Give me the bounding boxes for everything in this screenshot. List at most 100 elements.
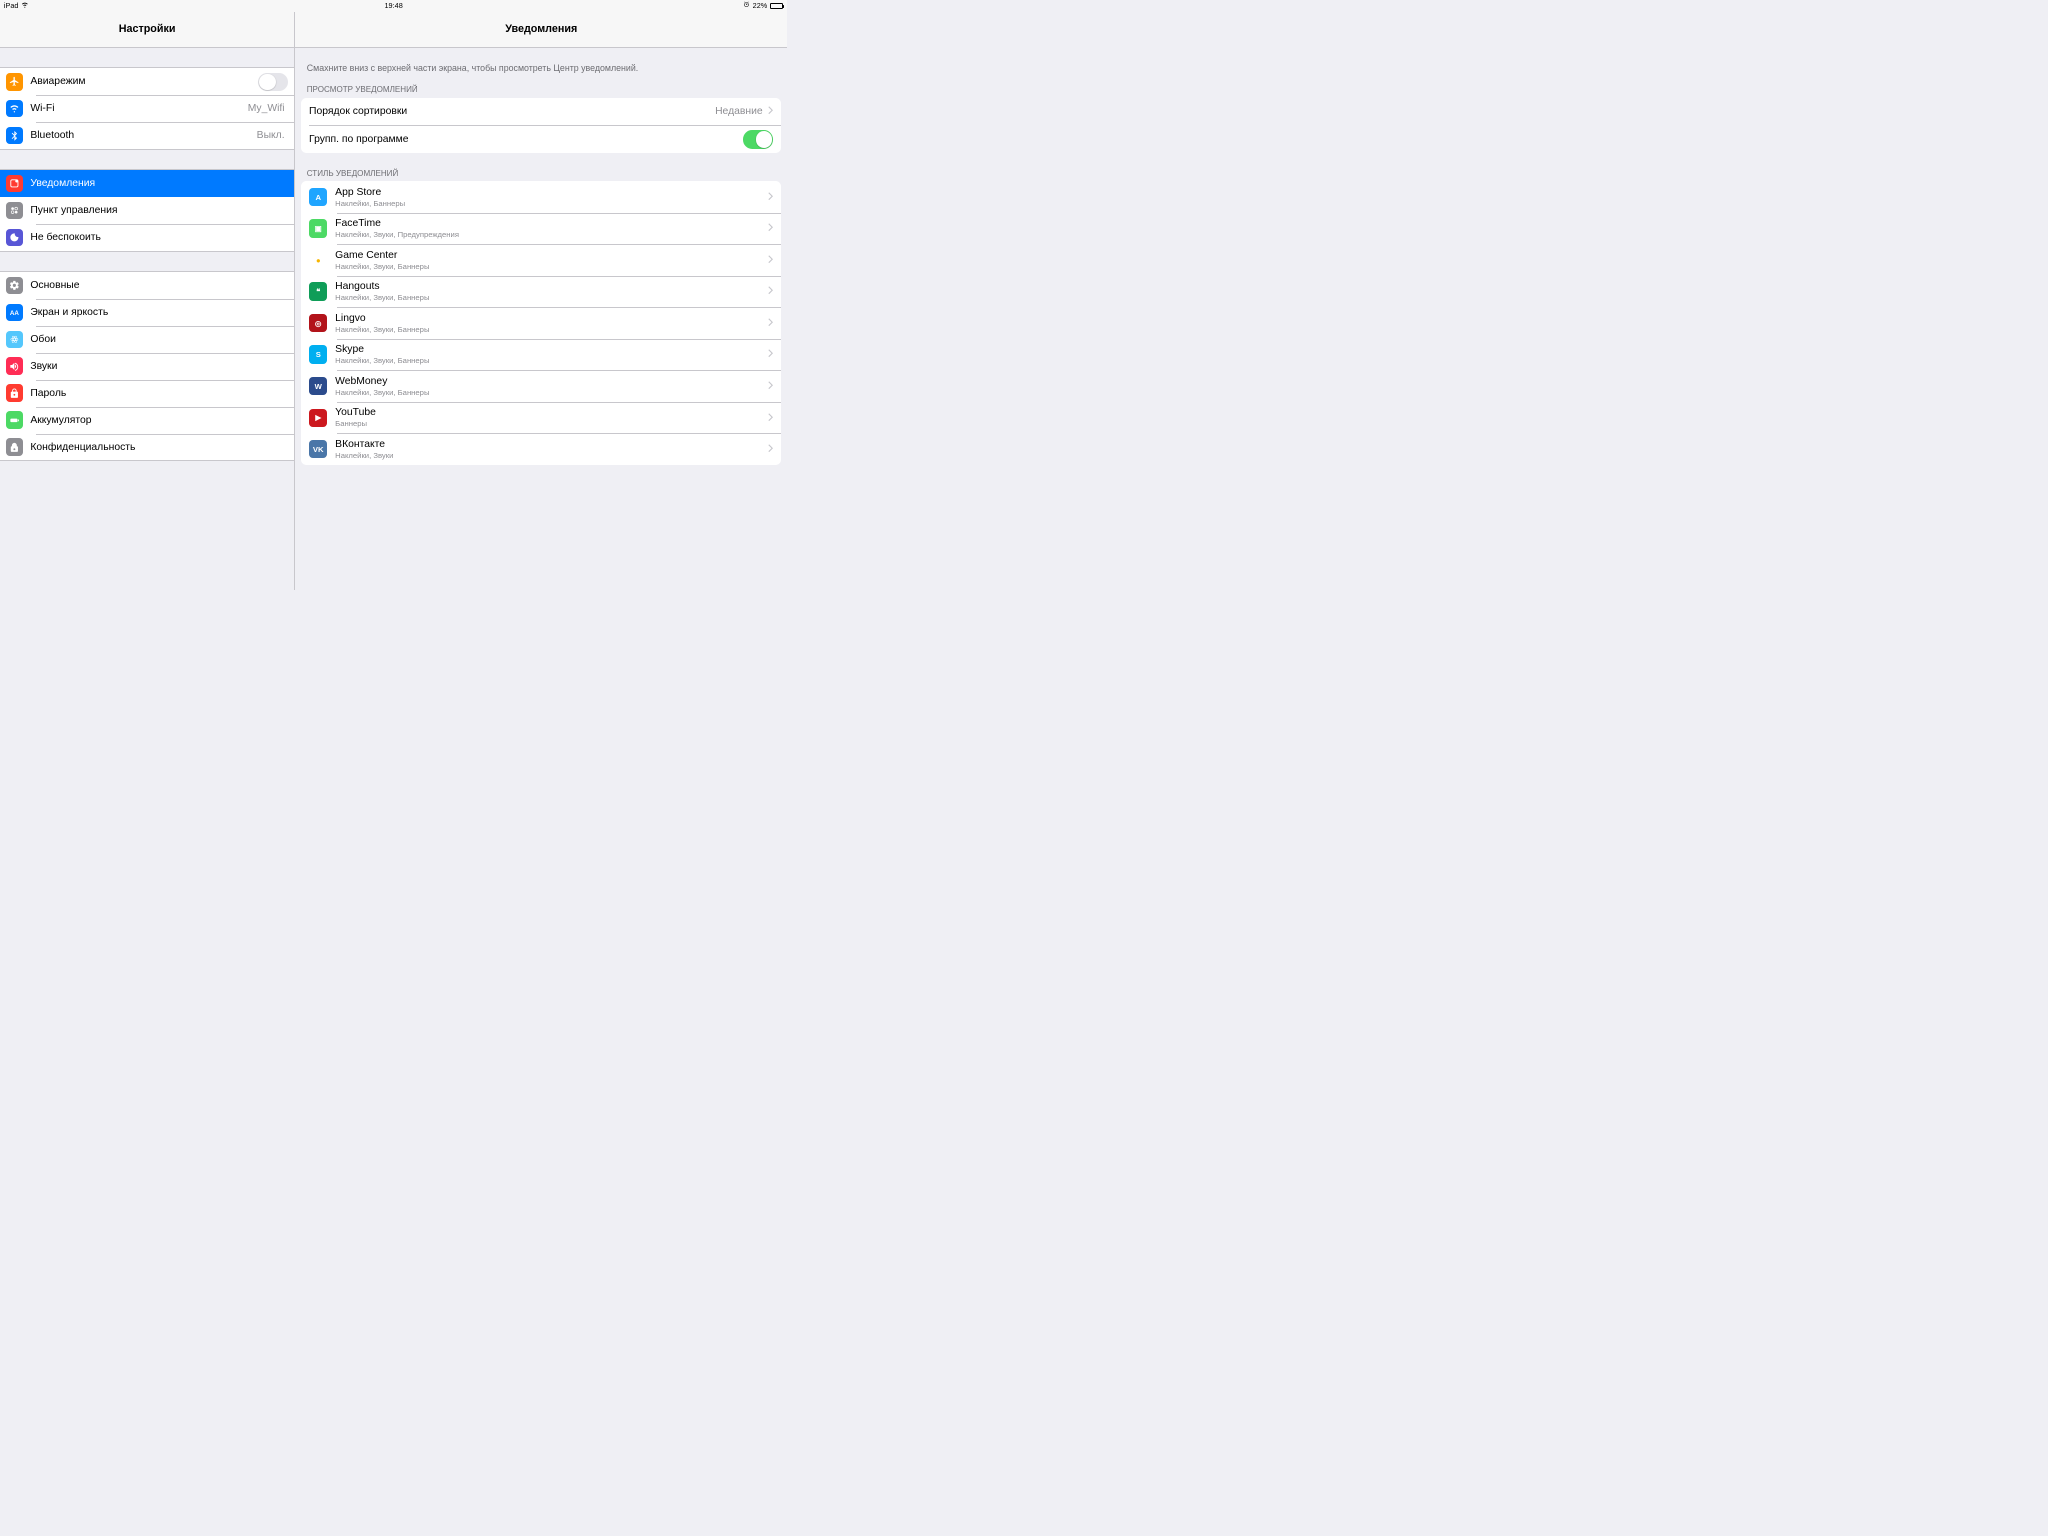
sidebar-item-passcode[interactable]: Пароль — [0, 380, 294, 407]
svg-text:AA: AA — [10, 310, 20, 317]
wifi-icon — [6, 100, 24, 118]
app-row[interactable]: ◎ LingvoНаклейки, Звуки, Баннеры — [301, 307, 781, 339]
group-by-app-label: Групп. по программе — [309, 134, 743, 145]
sidebar-item-label: Экран и яркость — [30, 307, 288, 318]
app-icon: ▶ — [309, 409, 327, 427]
bluetooth-icon — [6, 127, 24, 145]
app-row[interactable]: ❝ HangoutsНаклейки, Звуки, Баннеры — [301, 276, 781, 308]
sidebar-item-detail: My_Wifi — [248, 103, 285, 114]
app-icon: ● — [309, 251, 327, 269]
sidebar-item-battery[interactable]: Аккумулятор — [0, 407, 294, 434]
sidebar-item-label: Конфиденциальность — [30, 442, 288, 453]
dnd-icon — [6, 229, 24, 247]
app-name: ВКонтакте — [335, 439, 768, 450]
sidebar-title: Настройки — [0, 12, 294, 49]
chevron-right-icon — [768, 444, 773, 454]
battery-pct: 22% — [753, 1, 768, 10]
wallpaper-icon — [6, 331, 24, 349]
chevron-right-icon — [768, 223, 773, 233]
sidebar-item-dnd[interactable]: Не беспокоить — [0, 224, 294, 251]
row-group-by-app[interactable]: Групп. по программе — [301, 125, 781, 153]
sidebar-item-airplane[interactable]: Авиарежим — [0, 68, 294, 95]
chevron-right-icon — [768, 349, 773, 359]
section-header-view: ПРОСМОТР УВЕДОМЛЕНИЙ — [295, 81, 787, 98]
app-row[interactable]: ●Game CenterНаклейки, Звуки, Баннеры — [301, 244, 781, 276]
app-subtitle: Наклейки, Звуки, Баннеры — [335, 325, 768, 334]
app-icon: A — [309, 188, 327, 206]
app-subtitle: Наклейки, Баннеры — [335, 199, 768, 208]
display-icon: AA — [6, 304, 24, 322]
sidebar-item-bluetooth[interactable]: BluetoothВыкл. — [0, 122, 294, 149]
sidebar-item-label: Не беспокоить — [30, 232, 288, 243]
sidebar-item-control-center[interactable]: Пункт управления — [0, 197, 294, 224]
sidebar-item-label: Bluetooth — [30, 130, 256, 141]
app-row[interactable]: A App StoreНаклейки, Баннеры — [301, 181, 781, 213]
app-subtitle: Наклейки, Звуки — [335, 451, 768, 460]
chevron-right-icon — [768, 106, 773, 116]
sidebar: Настройки АвиарежимWi-FiMy_WifiBluetooth… — [0, 12, 295, 591]
app-name: YouTube — [335, 407, 768, 418]
airplane-toggle[interactable] — [258, 73, 289, 91]
sidebar-item-wifi[interactable]: Wi-FiMy_Wifi — [0, 95, 294, 122]
app-subtitle: Баннеры — [335, 419, 768, 428]
app-name: Game Center — [335, 250, 768, 261]
chevron-right-icon — [768, 286, 773, 296]
sounds-icon — [6, 357, 24, 375]
row-sort-order[interactable]: Порядок сортировки Недавние — [301, 98, 781, 126]
section-header-style: СТИЛЬ УВЕДОМЛЕНИЙ — [295, 165, 787, 182]
app-icon: ▣ — [309, 219, 327, 237]
sidebar-item-label: Wi-Fi — [30, 103, 247, 114]
app-icon: ◎ — [309, 314, 327, 332]
airplane-icon — [6, 73, 24, 91]
chevron-right-icon — [768, 413, 773, 423]
sort-order-label: Порядок сортировки — [309, 106, 715, 117]
app-icon: S — [309, 345, 327, 363]
app-row[interactable]: ▣ FaceTimeНаклейки, Звуки, Предупреждения — [301, 213, 781, 245]
app-name: App Store — [335, 187, 768, 198]
sidebar-item-sounds[interactable]: Звуки — [0, 353, 294, 380]
group-by-app-toggle[interactable] — [743, 130, 774, 148]
app-row[interactable]: S SkypeНаклейки, Звуки, Баннеры — [301, 339, 781, 371]
sidebar-item-label: Аккумулятор — [30, 415, 288, 426]
detail-description: Смахните вниз с верхней части экрана, чт… — [295, 48, 787, 81]
sidebar-item-label: Основные — [30, 280, 288, 291]
chevron-right-icon — [768, 192, 773, 202]
status-bar: iPad 19:48 22% — [0, 0, 787, 12]
sidebar-item-general[interactable]: Основные — [0, 272, 294, 299]
app-name: Skype — [335, 344, 768, 355]
sidebar-item-label: Звуки — [30, 361, 288, 372]
app-row[interactable]: ▶ YouTubeБаннеры — [301, 402, 781, 434]
battery-icon — [6, 411, 24, 429]
sidebar-item-detail: Выкл. — [257, 130, 285, 141]
sidebar-item-label: Обои — [30, 334, 288, 345]
app-name: FaceTime — [335, 218, 768, 229]
sidebar-item-wallpaper[interactable]: Обои — [0, 326, 294, 353]
control-center-icon — [6, 202, 24, 220]
app-subtitle: Наклейки, Звуки, Баннеры — [335, 293, 768, 302]
device-name: iPad — [4, 1, 19, 10]
sidebar-item-label: Уведомления — [30, 178, 288, 189]
app-name: Hangouts — [335, 281, 768, 292]
app-subtitle: Наклейки, Звуки, Баннеры — [335, 356, 768, 365]
sidebar-item-privacy[interactable]: Конфиденциальность — [0, 434, 294, 461]
app-subtitle: Наклейки, Звуки, Предупреждения — [335, 230, 768, 239]
detail-pane: Уведомления Смахните вниз с верхней част… — [295, 12, 787, 591]
privacy-icon — [6, 438, 24, 456]
sidebar-item-label: Авиарежим — [30, 76, 257, 87]
passcode-icon — [6, 384, 24, 402]
app-row[interactable]: WWebMoneyНаклейки, Звуки, Баннеры — [301, 370, 781, 402]
battery-icon — [770, 3, 784, 9]
sidebar-item-display[interactable]: AA Экран и яркость — [0, 299, 294, 326]
app-name: Lingvo — [335, 313, 768, 324]
app-subtitle: Наклейки, Звуки, Баннеры — [335, 388, 768, 397]
chevron-right-icon — [768, 255, 773, 265]
sidebar-item-label: Пункт управления — [30, 205, 288, 216]
app-row[interactable]: VK ВКонтактеНаклейки, Звуки — [301, 433, 781, 465]
sort-order-value: Недавние — [715, 106, 763, 117]
app-icon: VK — [309, 440, 327, 458]
chevron-right-icon — [768, 381, 773, 391]
app-icon: ❝ — [309, 282, 327, 300]
status-time: 19:48 — [384, 1, 402, 10]
sidebar-item-notifications[interactable]: Уведомления — [0, 170, 294, 197]
notifications-icon — [6, 175, 24, 193]
